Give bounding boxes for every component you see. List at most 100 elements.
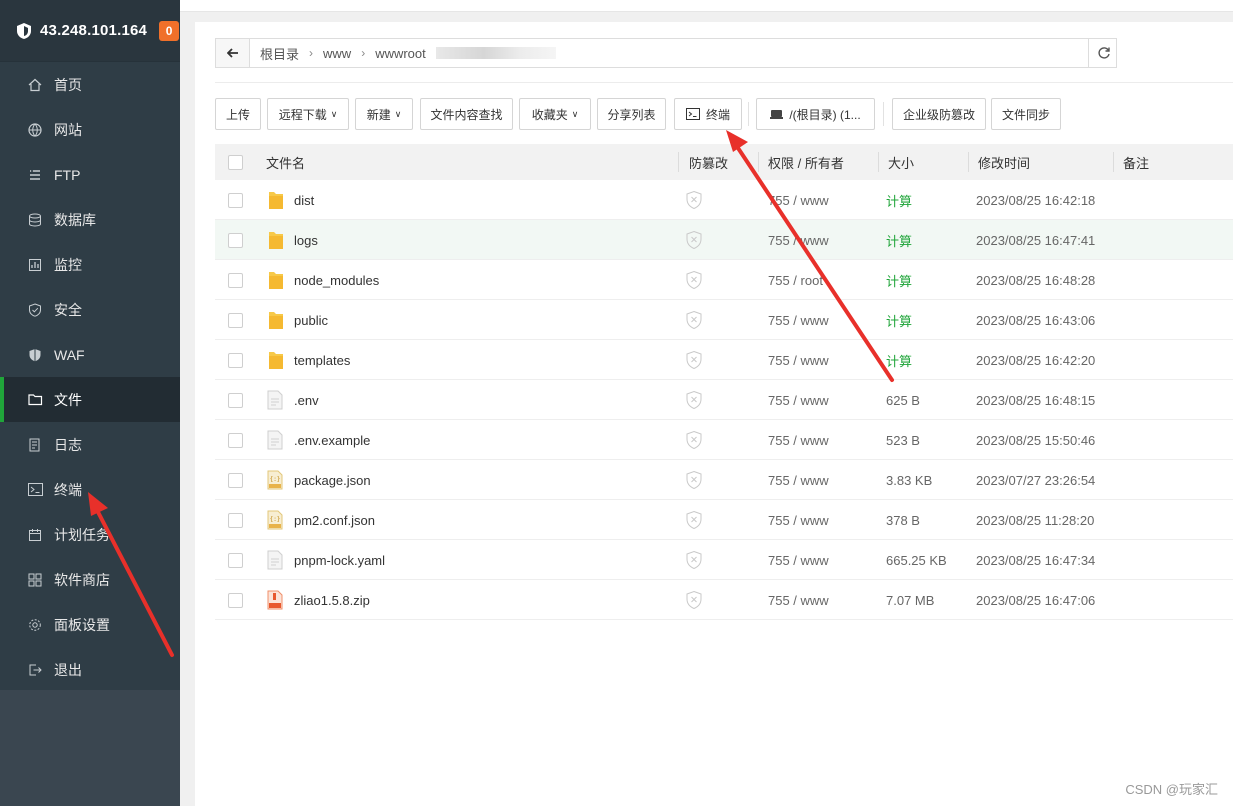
file-name[interactable]: .env [294, 380, 319, 420]
file-size[interactable]: 计算 [886, 300, 912, 340]
file-name[interactable]: node_modules [294, 260, 379, 300]
sidebar-item-ftp[interactable]: FTP [0, 152, 180, 197]
table-row[interactable]: .env 755 / www 625 B 2023/08/25 16:48:15 [215, 380, 1233, 420]
terminal-icon [26, 481, 44, 499]
content-search-button[interactable]: 文件内容查找 [420, 98, 513, 130]
tamper-proof-button[interactable]: 企业级防篡改 [892, 98, 986, 130]
file-name[interactable]: zliao1.5.8.zip [294, 580, 370, 620]
file-permission[interactable]: 755 / www [768, 460, 829, 500]
upload-button[interactable]: 上传 [215, 98, 261, 130]
crumb-wwwroot[interactable]: wwwroot [375, 46, 426, 61]
favorites-button[interactable]: 收藏夹 ∨ [519, 98, 591, 130]
sidebar-item-terminal[interactable]: 终端 [0, 467, 180, 512]
tamper-shield-icon[interactable] [685, 180, 703, 220]
file-permission[interactable]: 755 / www [768, 340, 829, 380]
row-checkbox[interactable] [228, 512, 243, 528]
row-checkbox[interactable] [228, 232, 243, 248]
tamper-shield-icon[interactable] [685, 220, 703, 260]
file-size[interactable]: 计算 [886, 260, 912, 300]
file-permission[interactable]: 755 / www [768, 220, 829, 260]
row-checkbox[interactable] [228, 312, 243, 328]
tamper-shield-icon[interactable] [685, 300, 703, 340]
new-button[interactable]: 新建 ∨ [355, 98, 413, 130]
file-name[interactable]: package.json [294, 460, 371, 500]
sidebar-item-calendar[interactable]: 计划任务 [0, 512, 180, 557]
back-button[interactable] [216, 39, 250, 67]
col-size[interactable]: 大小 [888, 144, 914, 180]
sidebar-item-shield[interactable]: 安全 [0, 287, 180, 332]
sidebar-item-log[interactable]: 日志 [0, 422, 180, 467]
table-row[interactable]: {:} pm2.conf.json 755 / www 378 B 2023/08/25… [215, 500, 1233, 540]
sidebar-item-home[interactable]: 首页 [0, 62, 180, 107]
table-row[interactable]: dist 755 / www 计算 2023/08/25 16:42:18 [215, 180, 1233, 220]
row-checkbox[interactable] [228, 432, 243, 448]
file-size[interactable]: 计算 [886, 340, 912, 380]
row-checkbox[interactable] [228, 192, 243, 208]
row-checkbox[interactable] [228, 272, 243, 288]
sidebar-menu: 首页 网站 FTP 数据库 监控 安全 WAF 文件 日志 终端 计划任务 软件商店面板设置退出 [0, 62, 180, 692]
table-row[interactable]: zliao1.5.8.zip 755 / www 7.07 MB 2023/08/25… [215, 580, 1233, 620]
file-permission[interactable]: 755 / www [768, 380, 829, 420]
share-list-button[interactable]: 分享列表 [597, 98, 666, 130]
table-row[interactable]: {:} package.json 755 / www 3.83 KB 2023/07/2… [215, 460, 1233, 500]
row-checkbox[interactable] [228, 352, 243, 368]
col-name[interactable]: 文件名 [266, 144, 305, 180]
tamper-shield-icon[interactable] [685, 380, 703, 420]
file-type-icon: {:} [267, 500, 283, 540]
svg-text:{:}: {:} [270, 516, 281, 523]
tamper-shield-icon[interactable] [685, 260, 703, 300]
remote-download-button[interactable]: 远程下载 ∨ [267, 98, 349, 130]
sidebar-item-apps[interactable]: 软件商店 [0, 557, 180, 602]
sidebar-item-globe[interactable]: 网站 [0, 107, 180, 152]
tamper-shield-icon[interactable] [685, 420, 703, 460]
sidebar-item-label: 面板设置 [54, 616, 110, 633]
select-all-checkbox[interactable] [228, 154, 243, 170]
file-sync-button[interactable]: 文件同步 [991, 98, 1061, 130]
file-size[interactable]: 计算 [886, 180, 912, 220]
row-checkbox[interactable] [228, 592, 243, 608]
file-name[interactable]: logs [294, 220, 318, 260]
sidebar-item-database[interactable]: 数据库 [0, 197, 180, 242]
col-perm[interactable]: 权限 / 所有者 [768, 144, 844, 180]
row-checkbox[interactable] [228, 392, 243, 408]
file-permission[interactable]: 755 / www [768, 300, 829, 340]
file-permission[interactable]: 755 / www [768, 420, 829, 460]
refresh-button[interactable] [1088, 38, 1118, 68]
file-size[interactable]: 计算 [886, 220, 912, 260]
tamper-shield-icon[interactable] [685, 460, 703, 500]
file-name[interactable]: pm2.conf.json [294, 500, 375, 540]
file-permission[interactable]: 755 / www [768, 540, 829, 580]
file-permission[interactable]: 755 / www [768, 180, 829, 220]
crumb-www[interactable]: www [323, 46, 351, 61]
sidebar-item-folder[interactable]: 文件 [0, 377, 180, 422]
file-name[interactable]: public [294, 300, 328, 340]
tamper-shield-icon[interactable] [685, 500, 703, 540]
table-row[interactable]: templates 755 / www 计算 2023/08/25 16:42:20 [215, 340, 1233, 380]
row-checkbox[interactable] [228, 472, 243, 488]
sidebar-item-monitor[interactable]: 监控 [0, 242, 180, 287]
crumb-root[interactable]: 根目录 [260, 44, 299, 63]
tamper-shield-icon[interactable] [685, 540, 703, 580]
sidebar-item-waf[interactable]: WAF [0, 332, 180, 377]
file-name[interactable]: dist [294, 180, 314, 220]
table-row[interactable]: public 755 / www 计算 2023/08/25 16:43:06 [215, 300, 1233, 340]
table-row[interactable]: pnpm-lock.yaml 755 / www 665.25 KB 2023/08/… [215, 540, 1233, 580]
file-permission[interactable]: 755 / root [768, 260, 823, 300]
disk-button[interactable]: /(根目录) (1... [756, 98, 875, 130]
notification-badge[interactable]: 0 [159, 20, 180, 41]
table-row[interactable]: logs 755 / www 计算 2023/08/25 16:47:41 [215, 220, 1233, 260]
col-mtime[interactable]: 修改时间 [978, 144, 1030, 180]
file-name[interactable]: .env.example [294, 420, 370, 460]
terminal-button[interactable]: 终端 [674, 98, 742, 130]
row-checkbox[interactable] [228, 552, 243, 568]
sidebar-item-logout[interactable]: 退出 [0, 647, 180, 692]
tamper-shield-icon[interactable] [685, 340, 703, 380]
tamper-shield-icon[interactable] [685, 580, 703, 620]
file-name[interactable]: templates [294, 340, 350, 380]
file-permission[interactable]: 755 / www [768, 500, 829, 540]
table-row[interactable]: .env.example 755 / www 523 B 2023/08/25 15:… [215, 420, 1233, 460]
table-row[interactable]: node_modules 755 / root 计算 2023/08/25 16:48… [215, 260, 1233, 300]
sidebar-item-gear[interactable]: 面板设置 [0, 602, 180, 647]
file-permission[interactable]: 755 / www [768, 580, 829, 620]
file-name[interactable]: pnpm-lock.yaml [294, 540, 385, 580]
